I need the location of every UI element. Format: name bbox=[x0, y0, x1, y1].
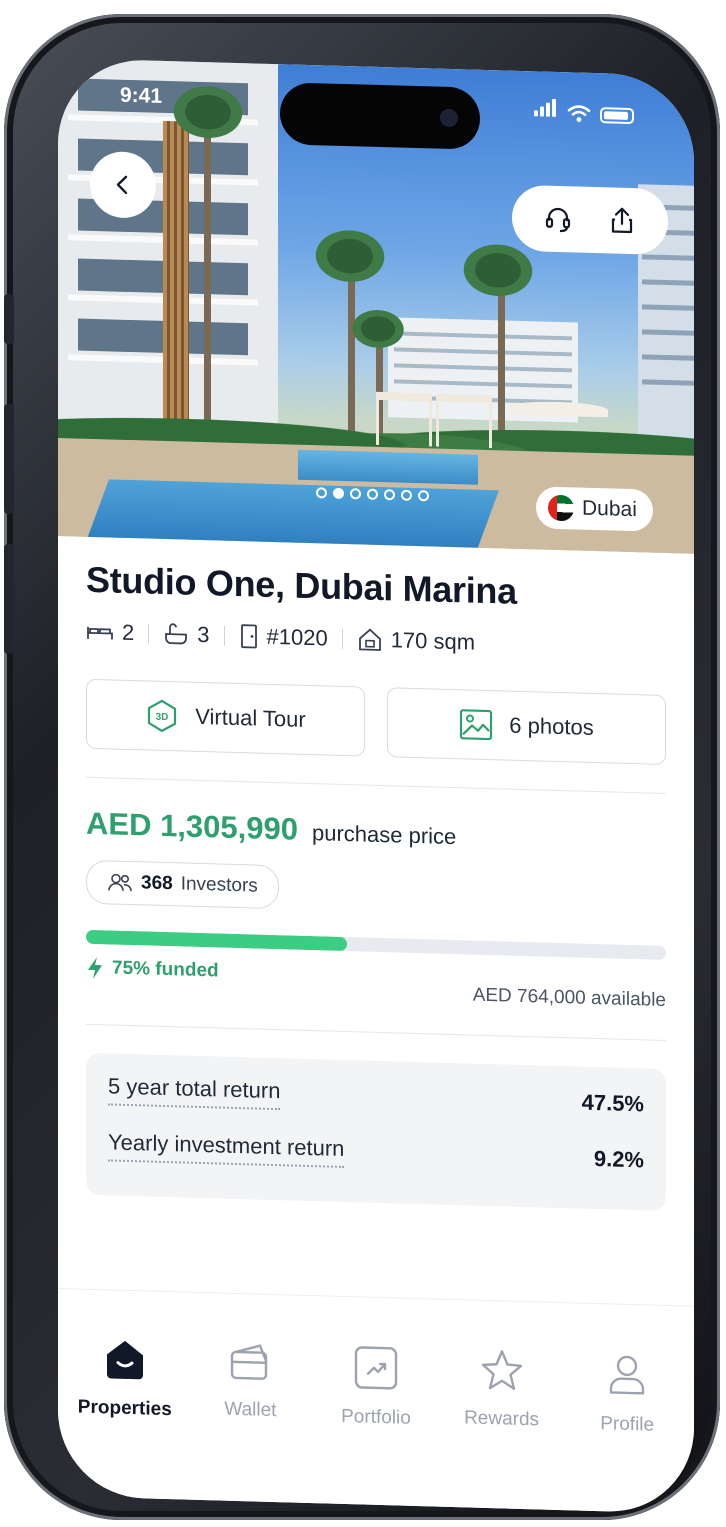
tab-label: Profile bbox=[600, 1413, 655, 1436]
star-icon bbox=[478, 1347, 526, 1399]
hero-image[interactable]: 9:41 Dubai bbox=[58, 58, 694, 554]
phone-screen: 9:41 Dubai Studio One, Dubai Marina 2 3 … bbox=[58, 58, 694, 1514]
area-value: 170 sqm bbox=[390, 627, 476, 655]
funding-status: 75% funded AED 764,000 available bbox=[86, 956, 666, 1012]
cabana bbox=[376, 391, 432, 447]
return-row: 5 year total return 47.5% bbox=[108, 1073, 644, 1120]
wood-slats bbox=[163, 120, 189, 422]
status-icons bbox=[534, 98, 634, 125]
purchase-price-label: purchase price bbox=[311, 820, 457, 850]
volume-down-button bbox=[4, 544, 14, 654]
tab-profile[interactable]: Profile bbox=[572, 1349, 682, 1437]
property-details: Studio One, Dubai Marina 2 3 #1020 170 s… bbox=[86, 537, 666, 1211]
tab-properties[interactable]: Properties bbox=[70, 1335, 180, 1423]
media-buttons: 3D Virtual Tour 6 photos bbox=[86, 678, 666, 765]
image-icon bbox=[460, 709, 493, 741]
tab-label: Portfolio bbox=[341, 1405, 411, 1429]
3d-cube-icon: 3D bbox=[148, 699, 177, 733]
tab-label: Properties bbox=[77, 1396, 172, 1421]
return-label[interactable]: Yearly investment return bbox=[108, 1129, 345, 1169]
support-headset-icon[interactable] bbox=[543, 204, 573, 235]
funded-label: 75% funded bbox=[112, 957, 219, 982]
return-row: Yearly investment return 9.2% bbox=[108, 1129, 644, 1176]
wallet-icon bbox=[226, 1340, 274, 1390]
3d-badge-text: 3D bbox=[156, 712, 169, 723]
door-icon bbox=[240, 624, 257, 649]
location-label: Dubai bbox=[582, 496, 637, 522]
phone-frame: 9:41 Dubai Studio One, Dubai Marina 2 3 … bbox=[4, 14, 720, 1520]
property-title: Studio One, Dubai Marina bbox=[86, 558, 517, 612]
tab-list: Properties Wallet Portfolio Rewards Profile bbox=[58, 1335, 694, 1438]
funded-indicator: 75% funded bbox=[86, 956, 219, 984]
available-amount: AED 764,000 available bbox=[472, 984, 666, 1011]
purchase-price: AED 1,305,990 bbox=[86, 805, 298, 847]
battery-icon bbox=[600, 107, 634, 125]
status-time: 9:41 bbox=[120, 83, 163, 108]
wifi-icon bbox=[567, 105, 591, 122]
portfolio-icon bbox=[352, 1343, 400, 1397]
bottom-tab-bar: Properties Wallet Portfolio Rewards Profile bbox=[58, 1288, 694, 1514]
bed-icon bbox=[87, 626, 113, 640]
location-badge: Dubai bbox=[536, 486, 653, 532]
tab-label: Wallet bbox=[224, 1398, 277, 1422]
photos-button[interactable]: 6 photos bbox=[387, 687, 666, 765]
returns-card: 5 year total return 47.5% Yearly investmen… bbox=[86, 1052, 666, 1211]
user-icon bbox=[603, 1350, 651, 1404]
tab-label: Rewards bbox=[464, 1407, 540, 1431]
investors-count: 368 bbox=[141, 872, 173, 895]
share-icon[interactable] bbox=[607, 205, 637, 236]
return-label[interactable]: 5 year total return bbox=[108, 1073, 281, 1111]
spec-area: 170 sqm bbox=[357, 626, 475, 655]
lightning-icon bbox=[88, 957, 102, 979]
divider bbox=[86, 776, 666, 794]
spec-bedrooms: 2 bbox=[86, 619, 134, 646]
signal-icon bbox=[534, 98, 558, 122]
funding-progress-fill bbox=[86, 929, 347, 952]
volume-up-button bbox=[4, 404, 14, 514]
silent-switch bbox=[4, 294, 14, 344]
home-icon bbox=[101, 1336, 149, 1388]
virtual-tour-button[interactable]: 3D Virtual Tour bbox=[86, 678, 365, 757]
return-value: 9.2% bbox=[593, 1145, 644, 1173]
pool-back bbox=[298, 449, 478, 485]
users-icon bbox=[108, 873, 132, 892]
investors-label: Investors bbox=[180, 873, 258, 897]
uae-flag-icon bbox=[548, 494, 574, 522]
divider bbox=[86, 1023, 666, 1041]
bedrooms-value: 2 bbox=[122, 619, 135, 646]
return-value: 47.5% bbox=[581, 1089, 644, 1117]
bathtub-icon bbox=[165, 623, 188, 645]
tab-portfolio[interactable]: Portfolio bbox=[321, 1342, 431, 1430]
chevron-left-icon bbox=[116, 175, 128, 195]
area-icon bbox=[358, 628, 381, 651]
investors-badge: 368 Investors bbox=[86, 859, 279, 910]
unit-value: #1020 bbox=[266, 623, 328, 651]
photos-label: 6 photos bbox=[509, 712, 594, 740]
virtual-tour-label: Virtual Tour bbox=[195, 703, 306, 732]
dynamic-island bbox=[280, 82, 480, 150]
bathrooms-value: 3 bbox=[197, 621, 210, 648]
property-specs: 2 3 #1020 170 sqm bbox=[86, 619, 666, 661]
price-line: AED 1,305,990 purchase price bbox=[86, 806, 666, 858]
spec-unit: #1020 bbox=[239, 623, 328, 651]
funding-progress-bar bbox=[86, 929, 666, 960]
back-button[interactable] bbox=[90, 150, 156, 219]
cabana bbox=[436, 393, 492, 449]
tab-wallet[interactable]: Wallet bbox=[195, 1339, 305, 1427]
hero-actions bbox=[512, 184, 668, 256]
tab-rewards[interactable]: Rewards bbox=[447, 1346, 557, 1434]
spec-bathrooms: 3 bbox=[163, 621, 210, 648]
